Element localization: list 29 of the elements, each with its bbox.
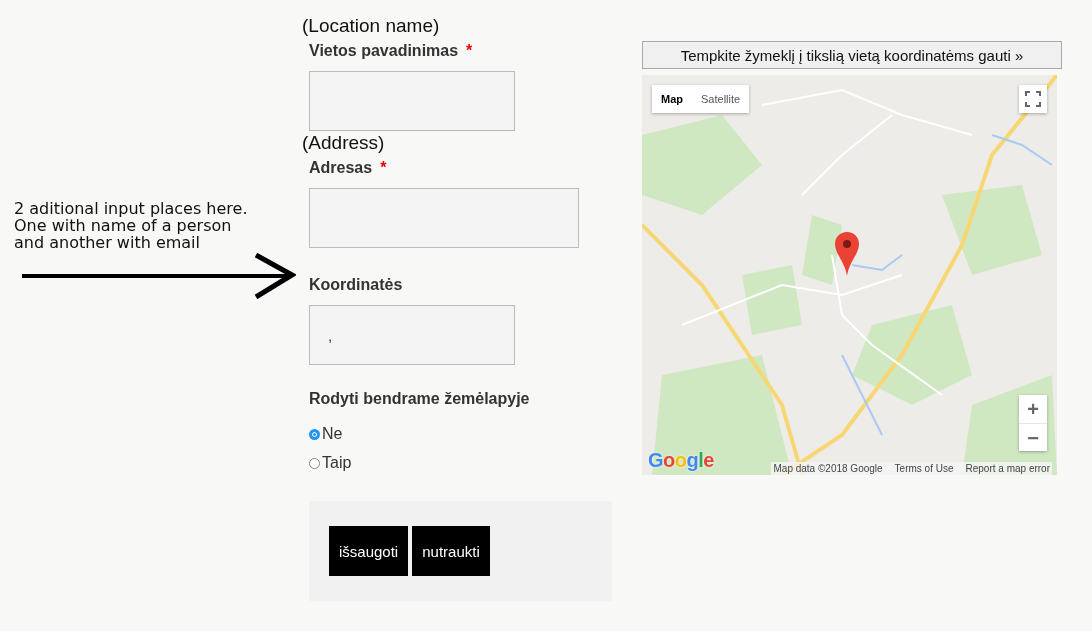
radio-option[interactable]: Taip bbox=[309, 453, 620, 473]
fullscreen-icon bbox=[1025, 91, 1041, 107]
input-field[interactable] bbox=[309, 188, 579, 248]
map-link[interactable]: Report a map error bbox=[965, 463, 1050, 474]
form-button[interactable]: išsaugoti bbox=[329, 526, 409, 576]
input-field[interactable] bbox=[309, 71, 515, 131]
radio-icon[interactable] bbox=[309, 457, 320, 469]
annotation-note: (Address) bbox=[302, 131, 385, 155]
form-button[interactable]: nutraukti bbox=[412, 526, 490, 576]
required-mark: * bbox=[380, 158, 387, 178]
zoom-button[interactable]: − bbox=[1019, 423, 1047, 451]
annotation-text: 2 aditional input places here. One with name of a person and another with email bbox=[14, 200, 249, 251]
annotation-note: (Location name) bbox=[302, 14, 440, 38]
radio-icon[interactable] bbox=[309, 428, 320, 440]
field-label: Koordinatės bbox=[309, 275, 403, 295]
zoom-button[interactable]: + bbox=[1019, 395, 1047, 423]
input-field[interactable]: , bbox=[309, 305, 515, 365]
fullscreen-button[interactable] bbox=[1019, 85, 1047, 113]
field-label: Vietos pavadinimas bbox=[309, 41, 459, 61]
map-link[interactable]: Terms of Use bbox=[894, 463, 954, 474]
map-attribution: Map data ©2018 Google bbox=[773, 463, 883, 474]
map-pin-icon[interactable] bbox=[835, 232, 859, 276]
field-label: Rodyti bendrame žemėlapyje bbox=[309, 389, 531, 409]
field-label: Adresas bbox=[309, 158, 373, 178]
locate-button[interactable]: Tempkite žymeklį į tikslią vietą koordinatėms gauti » bbox=[642, 41, 1062, 69]
map-type-tab[interactable]: Satellite bbox=[692, 85, 750, 113]
required-mark: * bbox=[466, 41, 473, 61]
radio-option[interactable]: Ne bbox=[309, 424, 620, 444]
map-type-tab[interactable]: Map bbox=[652, 85, 692, 113]
